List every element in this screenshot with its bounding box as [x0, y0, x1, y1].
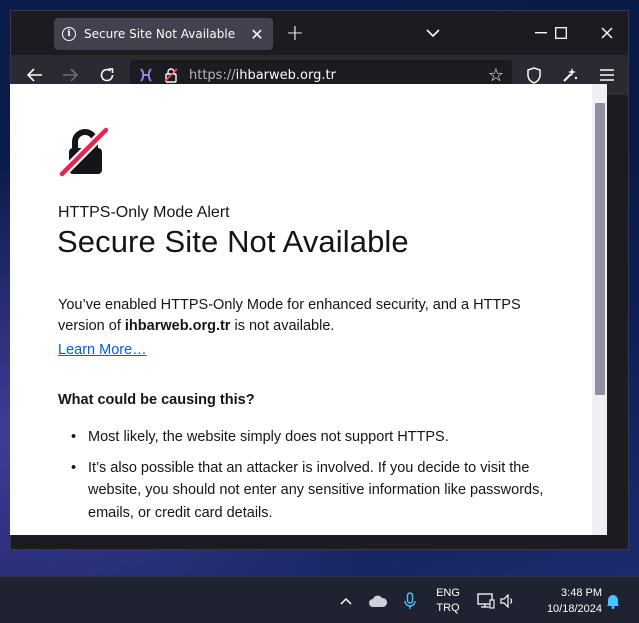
maximize-button[interactable]: [547, 21, 575, 45]
clock-time: 3:48 PM: [561, 587, 602, 599]
notifications-button[interactable]: [604, 591, 622, 611]
tab-secure-site-not-available[interactable]: i Secure Site Not Available ✕: [54, 18, 273, 50]
network-button[interactable]: [476, 591, 496, 611]
minimize-icon: [535, 32, 547, 34]
shield-icon: [527, 66, 541, 84]
clock-date: 10/18/2024: [546, 603, 602, 615]
extensions-icon: [563, 68, 578, 82]
extension-icon[interactable]: [138, 67, 154, 83]
lang-primary: ENG: [436, 587, 460, 599]
reload-icon: [100, 68, 114, 82]
microphone-icon: [404, 592, 416, 609]
show-hidden-icons-button[interactable]: [336, 591, 356, 611]
hamburger-menu-icon: [600, 69, 614, 81]
close-window-button[interactable]: [593, 21, 621, 45]
tab-title: Secure Site Not Available: [84, 27, 236, 41]
volume-button[interactable]: [498, 591, 518, 611]
close-icon: [601, 27, 613, 39]
microphone-button[interactable]: [400, 590, 420, 612]
list-item: Most likely, the website simply does not…: [58, 426, 558, 449]
speaker-icon: [500, 594, 513, 608]
cloud-icon: [369, 595, 388, 607]
causes-heading: What could be causing this?: [58, 392, 255, 408]
cause-list: Most likely, the website simply does not…: [58, 426, 558, 532]
broken-lock-icon[interactable]: [163, 67, 179, 83]
alert-label: HTTPS-Only Mode Alert: [58, 204, 230, 221]
back-arrow-icon: [27, 68, 42, 82]
lang-secondary: TRQ: [436, 602, 460, 614]
input-language-indicator[interactable]: ENG TRQ: [432, 585, 464, 617]
clock[interactable]: 3:48 PM 10/18/2024: [530, 585, 602, 617]
scrollbar-thumb[interactable]: [595, 103, 605, 395]
network-icon: [477, 593, 495, 609]
chevron-up-icon: [340, 597, 352, 605]
list-item: It’s also possible that an attacker is i…: [58, 457, 558, 525]
new-tab-button[interactable]: +: [281, 21, 309, 46]
description: You’ve enabled HTTPS-Only Mode for enhan…: [58, 297, 521, 334]
learn-more-link[interactable]: Learn More…: [58, 342, 147, 358]
forward-arrow-icon: [63, 68, 78, 82]
info-icon: i: [62, 27, 76, 41]
scrollbar-track[interactable]: [592, 84, 607, 535]
tab-close-icon[interactable]: ✕: [249, 25, 265, 44]
onedrive-button[interactable]: [366, 591, 390, 611]
chevron-down-icon: [426, 28, 440, 37]
https-only-broken-lock-icon: [58, 126, 110, 178]
bookmark-star-icon[interactable]: ☆: [488, 65, 504, 86]
maximize-icon: [555, 27, 567, 39]
page-title: Secure Site Not Available: [57, 224, 409, 259]
tab-strip: i Secure Site Not Available ✕ +: [11, 11, 628, 55]
page-content: HTTPS-Only Mode Alert Secure Site Not Av…: [10, 84, 607, 535]
taskbar: ENG TRQ 3:48 PM 10/18/2024: [0, 576, 639, 623]
list-all-tabs-button[interactable]: [419, 21, 447, 45]
url-text[interactable]: https://ihbarweb.org.tr: [189, 68, 336, 83]
bell-icon: [606, 595, 620, 609]
